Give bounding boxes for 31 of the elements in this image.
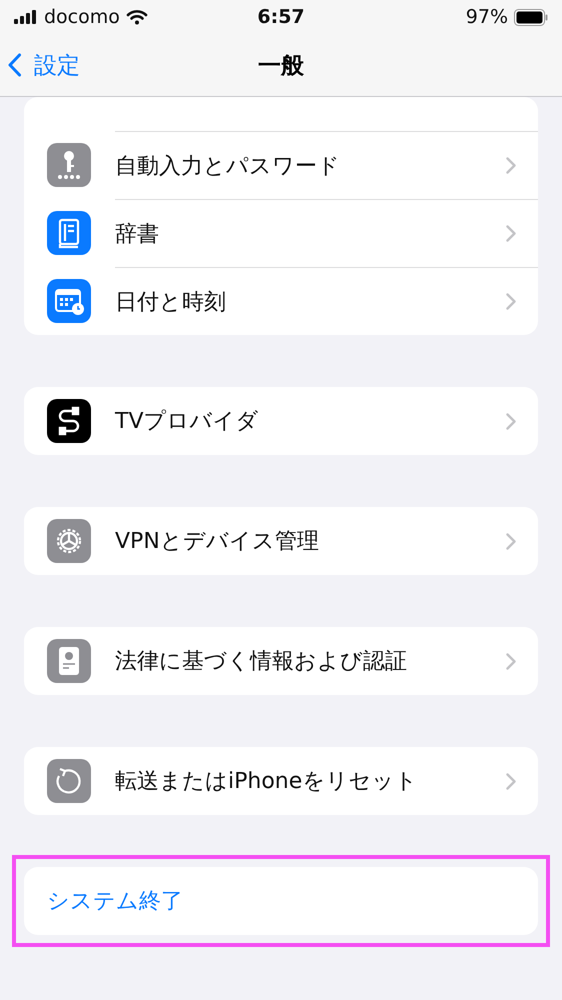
chevron-icon [506, 412, 516, 430]
battery-icon [514, 8, 548, 26]
row-label: 日付と時刻 [115, 288, 227, 316]
chevron-icon [506, 225, 516, 242]
chevron-icon [506, 772, 516, 790]
signal-icon [14, 10, 38, 24]
chevron-icon [506, 532, 516, 550]
back-button[interactable]: 設定 [8, 50, 80, 80]
battery-percentage: 97% [466, 6, 508, 28]
chevron-icon [506, 157, 516, 174]
chevron-icon [506, 293, 516, 310]
back-chevron-icon [8, 53, 22, 77]
row-label: 転送またはiPhoneをリセット [115, 768, 418, 796]
wifi-icon [126, 9, 148, 25]
settings-row[interactable]: 辞書 [24, 199, 538, 267]
row-label: TVプロバイダ [115, 408, 260, 436]
settings-row[interactable]: TVプロバイダ [24, 387, 538, 455]
row-label: 法律に基づく情報および認証 [115, 648, 408, 676]
shutdown-button[interactable]: システム終了 [24, 867, 538, 935]
row-label: 辞書 [115, 220, 160, 248]
page-title: 一般 [258, 52, 304, 80]
carrier-name: docomo [44, 6, 120, 28]
settings-row[interactable]: 日付と時刻 [24, 267, 538, 335]
chevron-icon [506, 652, 516, 670]
row-label: 自動入力とパスワード [115, 152, 341, 180]
settings-row[interactable]: 自動入力とパスワード [24, 131, 538, 199]
settings-row[interactable]: VPNとデバイス管理 [24, 507, 538, 575]
row-label: VPNとデバイス管理 [115, 528, 320, 556]
settings-row[interactable]: 転送またはiPhoneをリセット [24, 747, 538, 815]
clock-time: 6:57 [257, 6, 305, 28]
settings-row[interactable]: 法律に基づく情報および認証 [24, 627, 538, 695]
